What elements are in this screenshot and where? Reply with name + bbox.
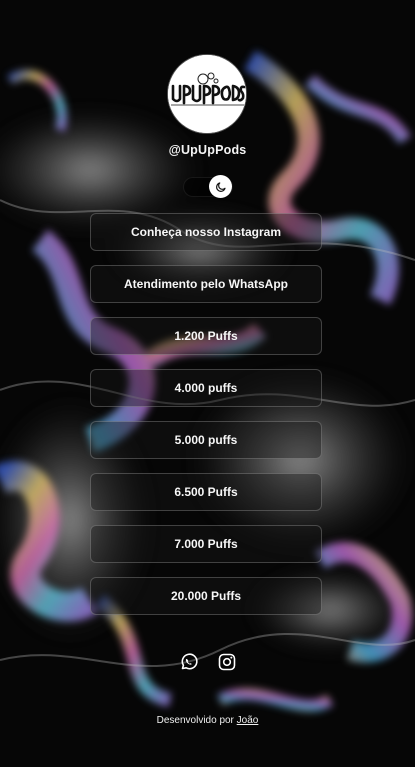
profile-avatar — [168, 55, 246, 133]
link-button-instagram[interactable]: Conheça nosso Instagram — [90, 213, 322, 251]
footer-author-link[interactable]: João — [237, 715, 259, 726]
whatsapp-icon[interactable] — [179, 652, 199, 672]
theme-toggle[interactable] — [183, 175, 233, 198]
link-button-7000-puffs[interactable]: 7.000 Puffs — [90, 525, 322, 563]
link-button-6500-puffs[interactable]: 6.500 Puffs — [90, 473, 322, 511]
instagram-icon[interactable] — [217, 652, 237, 672]
link-button-whatsapp[interactable]: Atendimento pelo WhatsApp — [90, 265, 322, 303]
theme-toggle-knob[interactable] — [209, 175, 232, 198]
footer-prefix: Desenvolvido por — [156, 715, 234, 726]
profile-handle: @UpUpPods — [168, 143, 247, 157]
link-button-5000-puffs[interactable]: 5.000 puffs — [90, 421, 322, 459]
footer-credit: Desenvolvido por João — [0, 715, 415, 726]
moon-icon — [215, 181, 226, 192]
link-button-4000-puffs[interactable]: 4.000 puffs — [90, 369, 322, 407]
upuppods-logo — [168, 55, 246, 133]
social-links — [0, 652, 415, 672]
link-button-1200-puffs[interactable]: 1.200 Puffs — [90, 317, 322, 355]
link-button-20000-puffs[interactable]: 20.000 Puffs — [90, 577, 322, 615]
